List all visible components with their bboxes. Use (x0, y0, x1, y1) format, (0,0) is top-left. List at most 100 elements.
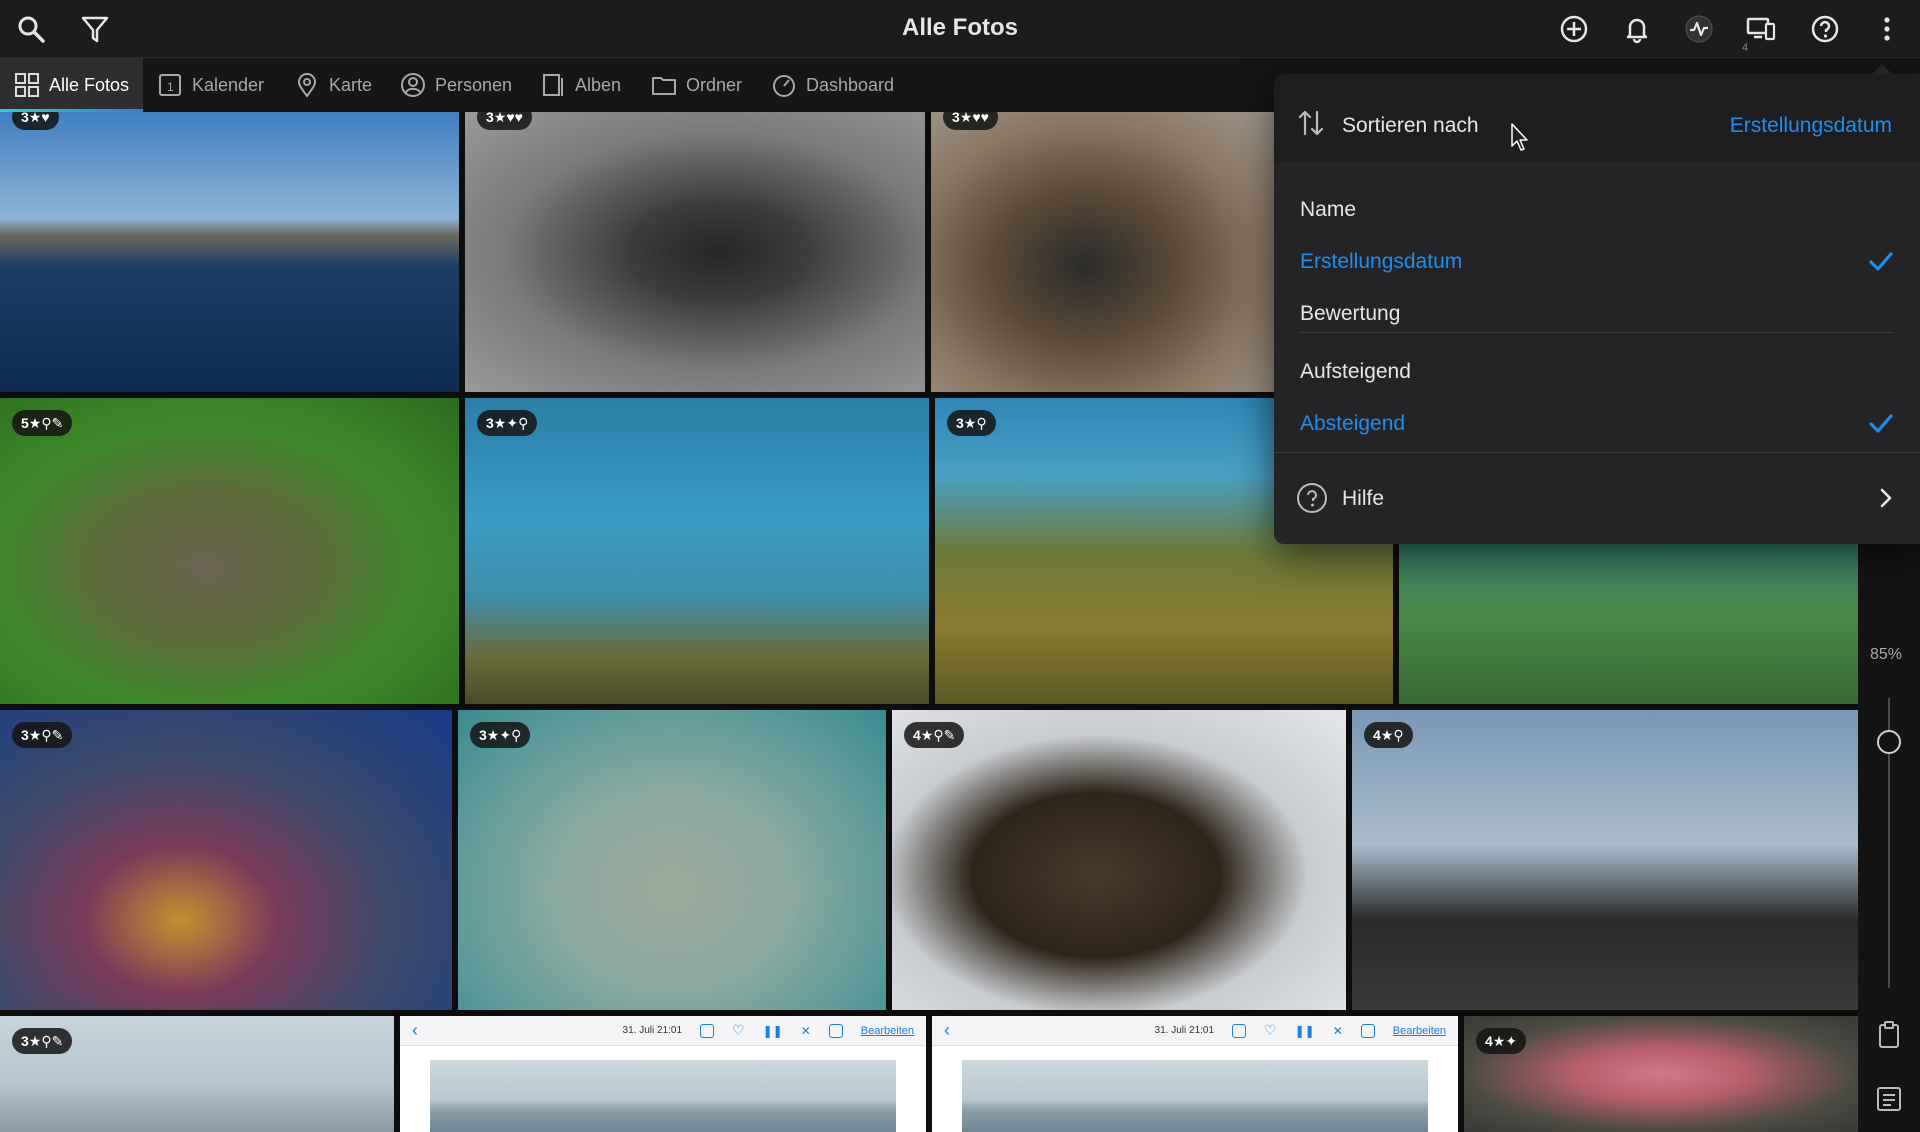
screenshot-image (962, 1060, 1428, 1132)
tab-label: Alle Fotos (49, 74, 130, 95)
folder-icon (652, 77, 676, 95)
order-option-aufsteigend[interactable]: Aufsteigend (1300, 352, 1894, 392)
rating-badge: 3★⚲✎ (12, 722, 73, 748)
pause-icon: ❚❚ (1294, 1023, 1315, 1038)
help-label: Hilfe (1342, 487, 1385, 510)
screenshot-toolbar: ‹ 31. Juli 21:01 ♡ ❚❚ ✕ Bearbeiten (932, 1016, 1458, 1046)
tab-alben[interactable]: Alben (540, 58, 621, 112)
photo-island[interactable]: 3★♥ (0, 112, 459, 392)
screenshot-date: 31. Juli 21:01 (1154, 1025, 1215, 1036)
map-pin-icon (297, 73, 317, 98)
option-label: Aufsteigend (1300, 360, 1411, 383)
mouse-cursor-icon (1511, 123, 1528, 151)
pause-icon: ❚❚ (762, 1023, 783, 1038)
sort-menu: Sortieren nach Erstellungsdatum Name Ers… (1274, 64, 1920, 544)
option-label: Bewertung (1300, 302, 1401, 325)
bell-icon[interactable] (1618, 10, 1656, 48)
clipboard-icon[interactable] (1874, 1020, 1904, 1050)
list-icon[interactable] (1874, 1084, 1904, 1114)
heart-icon: ♡ (1264, 1022, 1277, 1038)
tab-label: Alben (575, 74, 622, 95)
edit-link: Bearbeiten (860, 1024, 914, 1037)
photo-fur-seal[interactable]: 4★⚲ (1352, 710, 1858, 1010)
photo-rock-coral[interactable]: 4★✦ (1464, 1016, 1858, 1132)
option-label: Erstellungsdatum (1300, 250, 1463, 273)
add-icon[interactable] (1555, 10, 1593, 48)
sort-current-value: Erstellungsdatum (1729, 114, 1892, 137)
more-icon[interactable] (1868, 10, 1906, 48)
zoom-label: 85% (1870, 646, 1903, 663)
checkmark-icon (1869, 414, 1893, 433)
share-icon (1232, 1023, 1247, 1038)
tab-personen[interactable]: Personen (400, 58, 512, 112)
tab-label: Personen (435, 74, 513, 95)
rating-badge: 3★♥♥ (477, 112, 532, 130)
devices-count: 4 (1742, 42, 1749, 54)
rating-badge: 5★⚲✎ (12, 410, 73, 436)
rating-badge: 3★✦⚲ (470, 722, 531, 748)
sort-icon (1298, 110, 1324, 136)
tab-ordner[interactable]: Ordner (651, 58, 742, 112)
rating-badge: 3★⚲✎ (12, 1028, 73, 1054)
screenshot-thumbnail[interactable]: ‹ 31. Juli 21:01 ♡ ❚❚ ✕ Bearbeiten (400, 1016, 926, 1132)
option-label: Absteigend (1300, 412, 1406, 435)
sort-option-name[interactable]: Name (1300, 190, 1894, 230)
screenshot-toolbar: ‹ 31. Juli 21:01 ♡ ❚❚ ✕ Bearbeiten (400, 1016, 926, 1046)
album-icon (543, 74, 563, 96)
screenshot-date: 31. Juli 21:01 (622, 1025, 683, 1036)
calendar-icon: 1 (159, 74, 181, 96)
help-icon[interactable] (1806, 10, 1844, 48)
edit-link: Bearbeiten (1392, 1024, 1446, 1037)
photo-iguana-water[interactable]: 3★⚲✎ (0, 1016, 394, 1132)
tab-kalender[interactable]: 1 Kalender (157, 58, 264, 112)
photo-cormorant[interactable]: 3★♥♥ (465, 112, 925, 392)
photo-sea-lion-diving[interactable]: 3★✦⚲ (465, 398, 929, 704)
help-circle-icon (1297, 483, 1327, 513)
menu-divider (1300, 332, 1894, 333)
photo-sea-lions[interactable]: 4★⚲✎ (892, 710, 1346, 1010)
rating-badge: 3★✦⚲ (477, 410, 538, 436)
screenshot-thumbnail[interactable]: ‹ 31. Juli 21:01 ♡ ❚❚ ✕ Bearbeiten (932, 1016, 1458, 1132)
tab-dashboard[interactable]: Dashboard (771, 58, 894, 112)
heart-icon: ♡ (732, 1022, 745, 1038)
rating-badge: 4★⚲ (1364, 722, 1413, 748)
share-icon (700, 1023, 715, 1038)
activity-icon[interactable] (1680, 10, 1718, 48)
photo-starfish-reef[interactable]: 3★⚲✎ (0, 710, 452, 1010)
tab-karte[interactable]: Karte (294, 58, 372, 112)
rating-badge: 3★⚲ (947, 410, 996, 436)
rating-badge: 4★⚲✎ (904, 722, 965, 748)
photo-cormorant-seaweed[interactable]: 3★♥♥ (931, 112, 1274, 392)
sort-header[interactable]: Sortieren nach Erstellungsdatum (1274, 74, 1920, 162)
sort-label: Sortieren nach (1342, 114, 1479, 137)
tab-label: Ordner (686, 74, 743, 95)
sort-option-erstellungsdatum[interactable]: Erstellungsdatum (1300, 242, 1894, 282)
photo-batfish[interactable]: 3★✦⚲ (458, 710, 886, 1010)
photo-octopus[interactable]: 5★⚲✎ (0, 398, 459, 704)
option-label: Name (1300, 198, 1357, 221)
trash-icon (828, 1023, 843, 1038)
gauge-icon (773, 75, 795, 97)
rating-badge: 4★✦ (1476, 1028, 1527, 1054)
zoom-slider-handle[interactable] (1877, 730, 1901, 754)
back-icon: ‹ (944, 1020, 950, 1040)
checkmark-icon (1869, 252, 1893, 271)
person-icon (401, 73, 425, 97)
rating-badge: 3★♥ (12, 112, 59, 130)
help-menu-item[interactable]: Hilfe (1274, 454, 1920, 544)
screenshot-image (430, 1060, 896, 1132)
tab-label: Kalender (192, 74, 265, 95)
grid-icon (15, 73, 39, 97)
mute-icon: ✕ (800, 1023, 811, 1038)
tab-label: Dashboard (806, 74, 895, 95)
rating-badge: 3★♥♥ (943, 112, 998, 130)
mute-icon: ✕ (1332, 1023, 1343, 1038)
sort-option-bewertung[interactable]: Bewertung (1300, 294, 1894, 334)
svg-text:1: 1 (167, 80, 174, 94)
tab-alle-fotos[interactable]: Alle Fotos (0, 58, 144, 112)
chevron-right-icon (1880, 488, 1892, 508)
menu-divider (1274, 452, 1920, 453)
order-option-absteigend[interactable]: Absteigend (1300, 404, 1894, 444)
tab-label: Karte (329, 74, 373, 95)
top-bar: Alle Fotos 4 (0, 0, 1920, 58)
